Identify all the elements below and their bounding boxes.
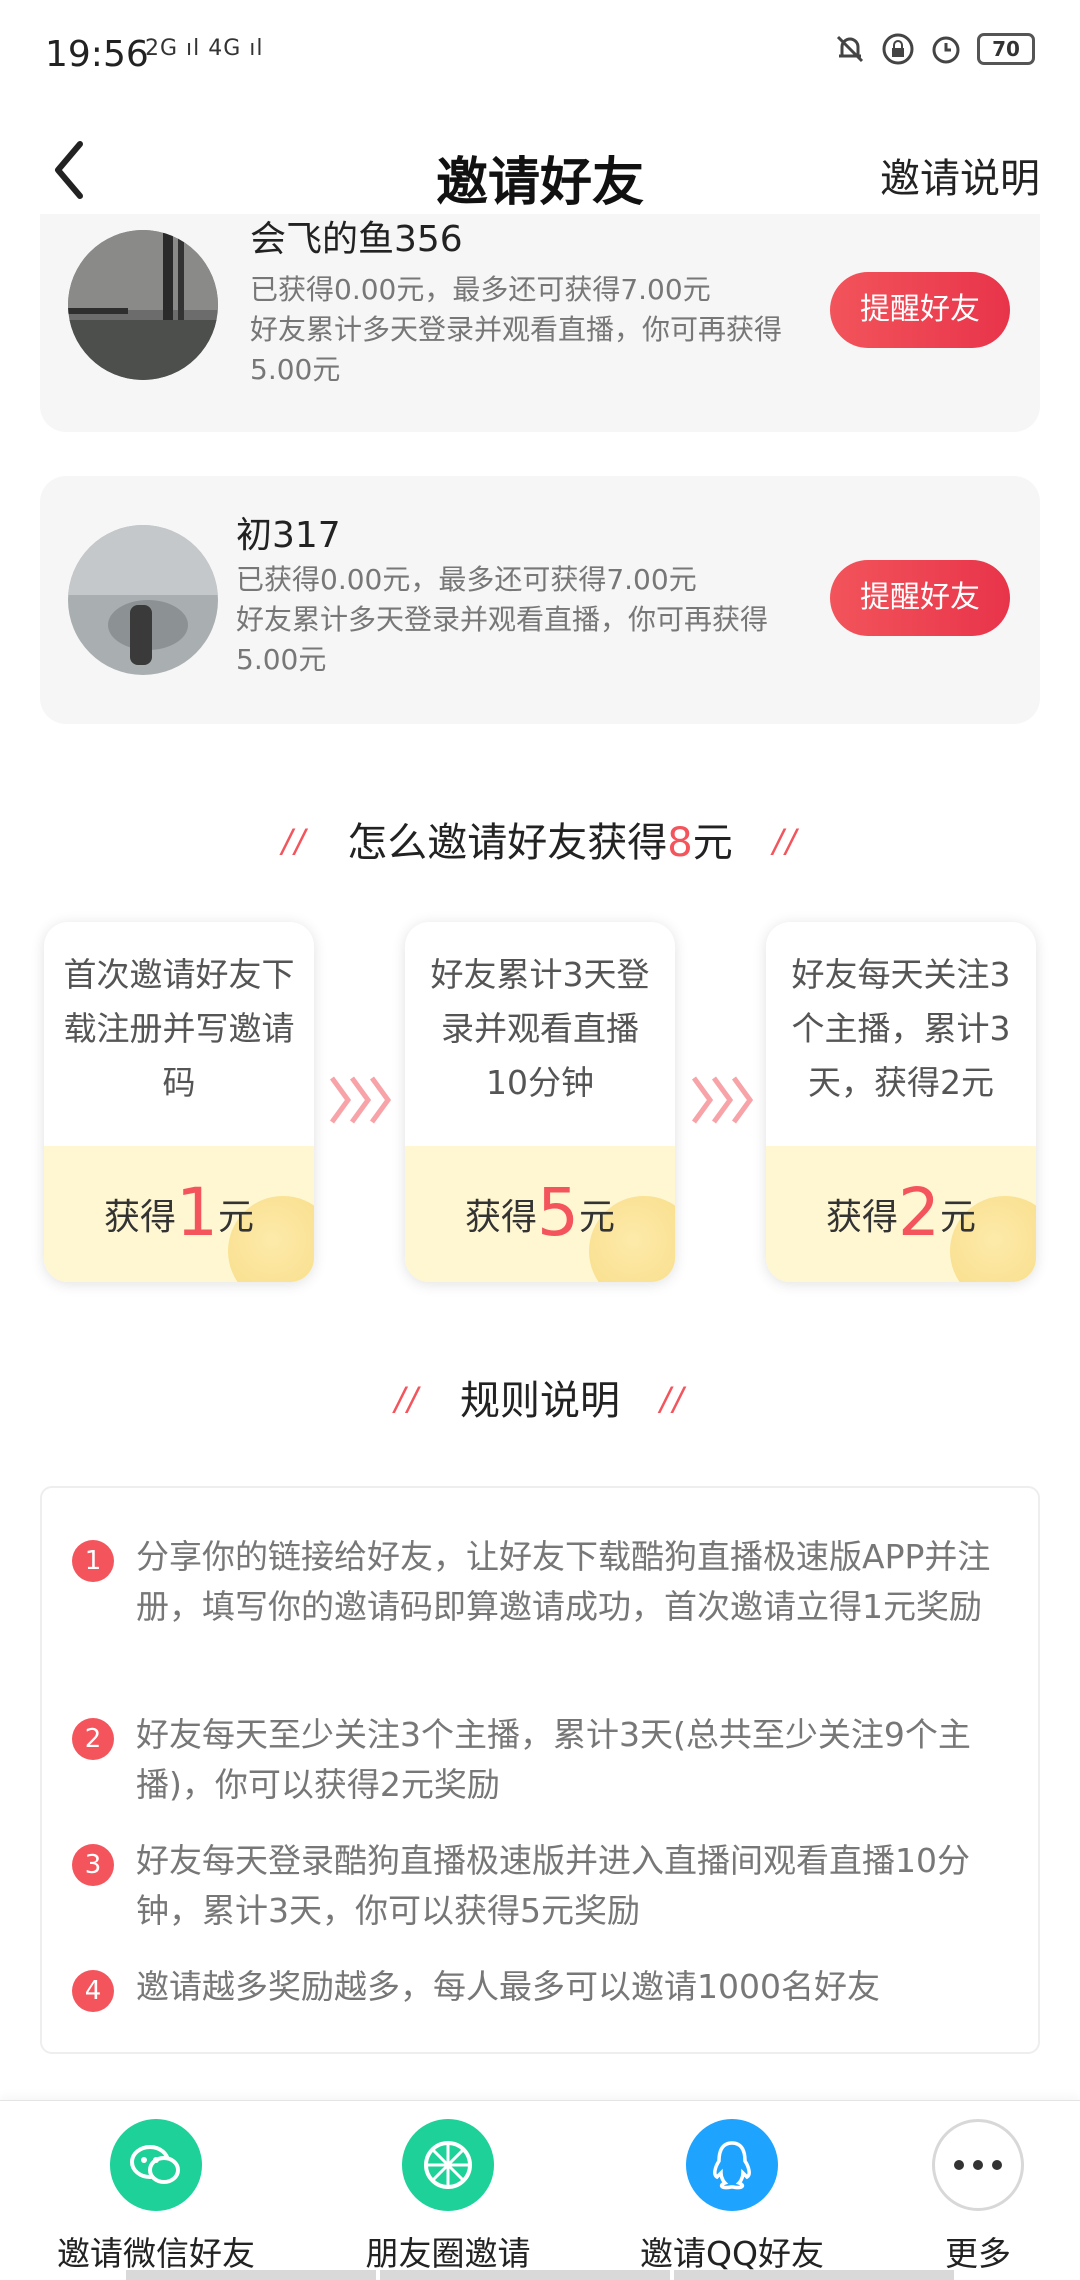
rule-number: 4 [72, 1970, 114, 2012]
rule-text: 好友每天至少关注3个主播，累计3天(总共至少关注9个主播)，你可以获得2元奖励 [136, 1715, 971, 1804]
lock-rotation-icon [882, 33, 914, 65]
reward-suffix: 元 [579, 1197, 616, 1238]
reward-amount: 1 [176, 1174, 218, 1251]
friend-card: 初317 已获得0.00元，最多还可获得7.00元 好友累计多天登录并观看直播，… [40, 476, 1040, 724]
reward-amount: 5 [537, 1174, 579, 1251]
share-bar: 邀请微信好友 朋友圈邀请 邀请QQ好友 更多 [0, 2100, 1080, 2280]
share-moments-button[interactable]: 朋友圈邀请 [348, 2119, 548, 2275]
qq-icon [686, 2119, 778, 2211]
status-icons: 70 [833, 32, 1035, 66]
bottom-indicator [380, 2270, 670, 2280]
wechat-icon [110, 2119, 202, 2211]
reward-amount: 2 [898, 1174, 940, 1251]
how-to-title-suffix: 元 [692, 820, 733, 866]
more-icon [932, 2119, 1024, 2211]
signal-icon: 2G ıl 4G ıl [145, 36, 264, 61]
share-label: 邀请QQ好友 [640, 2234, 824, 2273]
friend-earned-text: 已获得0.00元，最多还可获得7.00元 [250, 273, 711, 306]
share-label: 邀请微信好友 [57, 2234, 255, 2273]
slash-decoration-icon: // [394, 1380, 420, 1418]
battery-icon: 70 [977, 33, 1035, 65]
step-reward: 获得5元 [405, 1174, 675, 1251]
reward-suffix: 元 [218, 1197, 255, 1238]
step-description: 好友每天关注3个主播，累计3天，获得2元 [791, 955, 1011, 1102]
share-label: 更多 [945, 2234, 1011, 2273]
reward-prefix: 获得 [103, 1197, 176, 1238]
share-qq-button[interactable]: 邀请QQ好友 [632, 2119, 832, 2275]
friend-card: 会飞的鱼356 已获得0.00元，最多还可获得7.00元 好友累计多天登录并观看… [40, 214, 1040, 432]
invite-instructions-link[interactable]: 邀请说明 [880, 146, 1040, 204]
reward-prefix: 获得 [825, 1197, 898, 1238]
step-description: 好友累计3天登录并观看直播10分钟 [430, 955, 650, 1102]
rules-section-title: // 规则说明 // [0, 1368, 1080, 1426]
step-reward-area: 获得1元 [44, 1146, 314, 1282]
share-more-button[interactable]: 更多 [888, 2119, 1068, 2275]
how-to-title-amount: 8 [667, 820, 693, 866]
reward-suffix: 元 [940, 1197, 977, 1238]
friend-name: 会飞的鱼356 [250, 219, 463, 260]
step-description: 首次邀请好友下载注册并写邀请码 [63, 955, 295, 1102]
friend-name: 初317 [236, 515, 341, 556]
rule-text: 分享你的链接给好友，让好友下载酷狗直播极速版APP并注册，填写你的邀请码即算邀请… [136, 1537, 991, 1626]
step-reward-area: 获得5元 [405, 1146, 675, 1282]
how-to-title-prefix: 怎么邀请好友获得 [347, 820, 668, 866]
reward-prefix: 获得 [464, 1197, 537, 1238]
remind-friend-button[interactable]: 提醒好友 [830, 560, 1010, 636]
chevrons-right-icon [691, 1076, 754, 1124]
alarm-icon [932, 36, 960, 64]
friend-description: 好友累计多天登录并观看直播，你可再获得5.00元 [236, 603, 769, 676]
share-label: 朋友圈邀请 [365, 2234, 531, 2273]
step-card-1: 首次邀请好友下载注册并写邀请码 获得1元 [44, 922, 314, 1282]
step-reward: 获得2元 [766, 1174, 1036, 1251]
step-reward: 获得1元 [44, 1174, 314, 1251]
slash-decoration-icon: // [772, 822, 799, 860]
status-bar: 19:56 2G ıl 4G ıl 70 [0, 0, 1080, 110]
share-wechat-button[interactable]: 邀请微信好友 [56, 2119, 256, 2275]
mute-bell-icon [836, 35, 864, 63]
rules-box: 1 分享你的链接给好友，让好友下载酷狗直播极速版APP并注册，填写你的邀请码即算… [40, 1486, 1040, 2054]
rule-number: 2 [72, 1718, 114, 1760]
moments-icon [402, 2119, 494, 2211]
rule-number: 3 [72, 1844, 114, 1886]
friend-description: 好友累计多天登录并观看直播，你可再获得5.00元 [250, 313, 783, 386]
avatar [68, 230, 218, 380]
step-reward-area: 获得2元 [766, 1146, 1036, 1282]
rule-text: 好友每天登录酷狗直播极速版并进入直播间观看直播10分钟，累计3天，你可以获得5元… [136, 1841, 970, 1930]
how-to-section-title: // 怎么邀请好友获得8元 // [0, 810, 1080, 868]
status-time: 19:56 [45, 34, 149, 75]
friend-earned-text: 已获得0.00元，最多还可获得7.00元 [236, 563, 697, 596]
slash-decoration-icon: // [660, 1380, 686, 1418]
bottom-indicator [126, 2270, 376, 2280]
slash-decoration-icon: // [281, 822, 308, 860]
bottom-indicator [674, 2270, 954, 2280]
rules-title: 规则说明 [460, 1378, 620, 1424]
step-card-3: 好友每天关注3个主播，累计3天，获得2元 获得2元 [766, 922, 1036, 1282]
rule-text: 邀请越多奖励越多，每人最多可以邀请1000名好友 [136, 1967, 880, 2006]
avatar [68, 525, 218, 675]
chevrons-right-icon [329, 1076, 392, 1124]
remind-friend-button[interactable]: 提醒好友 [830, 272, 1010, 348]
step-card-2: 好友累计3天登录并观看直播10分钟 获得5元 [405, 922, 675, 1282]
rule-number: 1 [72, 1540, 114, 1582]
